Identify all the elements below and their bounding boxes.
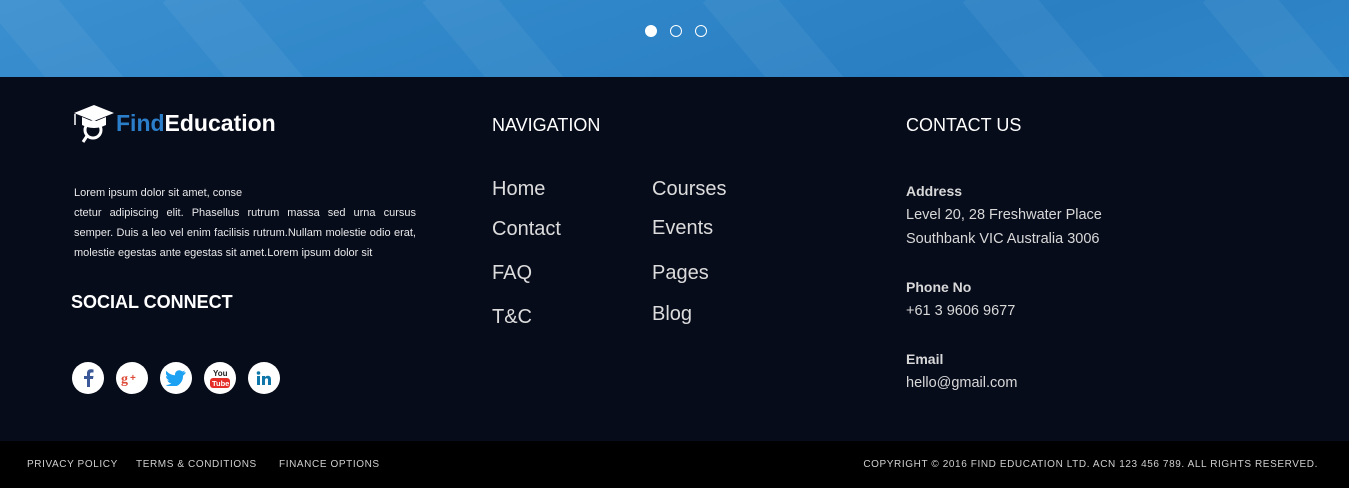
nav-link-events[interactable]: Events	[652, 217, 713, 240]
about-first-line: Lorem ipsum dolor sit amet, conse	[74, 187, 243, 199]
privacy-policy-link[interactable]: PRIVACY POLICY	[27, 459, 118, 470]
terms-conditions-link[interactable]: TERMS & CONDITIONS	[136, 459, 257, 470]
svg-text:g: g	[121, 372, 128, 386]
email-address[interactable]: hello@gmail.com	[906, 371, 1017, 395]
slider-pagination	[645, 25, 707, 37]
nav-link-courses[interactable]: Courses	[652, 178, 726, 201]
nav-link-contact[interactable]: Contact	[492, 218, 561, 241]
email-label: Email	[906, 351, 944, 367]
social-icons: g + You Tube	[72, 362, 280, 394]
slider-dot-1[interactable]	[645, 25, 657, 37]
facebook-icon[interactable]	[72, 362, 104, 394]
decor-stripe	[422, 0, 598, 77]
copyright-text: COPYRIGHT © 2016 FIND EDUCATION LTD. ACN…	[863, 459, 1318, 470]
navigation-title: NAVIGATION	[492, 115, 601, 135]
graduation-cap-icon	[74, 105, 114, 143]
hero-banner	[0, 0, 1349, 77]
slider-dot-3[interactable]	[695, 25, 707, 37]
nav-link-pages[interactable]: Pages	[652, 262, 709, 285]
nav-link-home[interactable]: Home	[492, 178, 545, 201]
google-plus-icon[interactable]: g +	[116, 362, 148, 394]
svg-text:You: You	[213, 369, 228, 378]
youtube-icon[interactable]: You Tube	[204, 362, 236, 394]
phone-label: Phone No	[906, 279, 972, 295]
decor-stripe	[962, 0, 1138, 77]
nav-link-blog[interactable]: Blog	[652, 303, 692, 326]
linkedin-icon[interactable]	[248, 362, 280, 394]
finance-options-link[interactable]: FINANCE OPTIONS	[279, 459, 380, 470]
address-line-2: Southbank VIC Australia 3006	[906, 231, 1100, 247]
logo-text-education: Education	[164, 109, 276, 136]
slider-dot-2[interactable]	[670, 25, 682, 37]
logo-text-find: Find	[116, 109, 165, 136]
phone-number[interactable]: +61 3 9606 9677	[906, 299, 1015, 323]
social-connect-title: SOCIAL CONNECT	[71, 292, 233, 312]
decor-stripe	[702, 0, 878, 77]
contact-title: CONTACT US	[906, 115, 1022, 135]
twitter-icon[interactable]	[160, 362, 192, 394]
about-text: Lorem ipsum dolor sit amet, conse ctetur…	[74, 183, 416, 263]
decor-stripe	[162, 0, 338, 77]
decor-stripe	[0, 0, 158, 77]
address-line-1: Level 20, 28 Freshwater Place	[906, 207, 1102, 223]
nav-link-tandc[interactable]: T&C	[492, 306, 532, 329]
svg-text:+: +	[130, 373, 136, 384]
footer: Find Education Lorem ipsum dolor sit amet…	[0, 77, 1349, 441]
about-body: ctetur adipiscing elit. Phasellus rutrum…	[74, 207, 416, 259]
nav-link-faq[interactable]: FAQ	[492, 262, 532, 285]
bottom-bar: PRIVACY POLICY TERMS & CONDITIONS FINANC…	[0, 441, 1349, 488]
address-label: Address	[906, 183, 963, 199]
svg-text:Tube: Tube	[212, 379, 229, 388]
decor-stripe	[1202, 0, 1349, 77]
logo[interactable]: Find Education	[72, 103, 276, 143]
